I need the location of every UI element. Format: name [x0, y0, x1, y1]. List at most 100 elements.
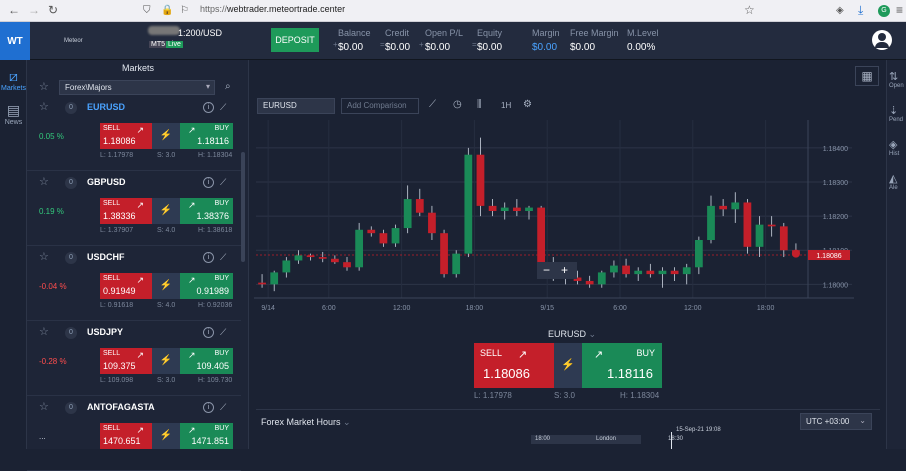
permissions-icon[interactable]: ⚐ — [180, 5, 189, 16]
symbol-name[interactable]: ANTOFAGASTA — [87, 402, 155, 412]
market-row-usdchf[interactable]: ☆ 0 USDCHF i ⟋ -0.04 % SELL ↗ 0.91949 ⚡ ↗ BUY 0.9198… — [27, 247, 241, 321]
one-click-icon[interactable]: ⚡ — [152, 198, 180, 224]
x-tick-label: 9/15 — [540, 305, 554, 312]
live-badge: Live — [166, 41, 183, 48]
zoom-in-button[interactable]: + — [561, 262, 568, 279]
nav-news[interactable]: ▤ News — [0, 102, 27, 126]
nav-markets[interactable]: ⧄ Markets — [0, 68, 27, 92]
buy-arrow-icon: ↗ — [188, 350, 196, 360]
market-row-antofagasta[interactable]: ☆ 0 ANTOFAGASTA i ⟋... SELL ↗ 1470.651 ⚡ ↗ BUY 1471… — [27, 397, 241, 471]
zoom-control: − + — [537, 262, 577, 279]
buy-arrow-icon: ↗ — [594, 349, 604, 361]
market-row-gbpusd[interactable]: ☆ 0 GBPUSD i ⟋ 0.19 % SELL ↗ 1.38336 ⚡ ↗ BUY 1.38376… — [27, 172, 241, 246]
menu-icon[interactable]: ≡ — [896, 3, 903, 17]
price-chart[interactable]: 1.184001.183001.182001.181001.180009/146… — [254, 120, 854, 315]
chart-symbol-select[interactable]: EURUSD — [257, 98, 335, 114]
candles-icon[interactable]: ⫼ — [477, 99, 482, 110]
address-bar[interactable]: https://webtrader.meteortrade.center — [200, 4, 345, 14]
info-icon[interactable]: i — [203, 327, 214, 338]
candle-body — [525, 207, 533, 211]
market-row-eurusd[interactable]: ☆ 0 EURUSD i ⟋ 0.05 % SELL ↗ 1.18086 ⚡ ↗ BUY 1.18116… — [27, 97, 241, 171]
sell-button[interactable]: SELL ↗ 1.38336 — [100, 198, 152, 224]
one-click-icon[interactable]: ⚡ — [152, 273, 180, 299]
sell-button[interactable]: SELL ↗ 0.91949 — [100, 273, 152, 299]
sell-arrow-icon: ↗ — [136, 125, 144, 135]
symbol-name[interactable]: USDCHF — [87, 252, 125, 262]
info-icon[interactable]: i — [203, 102, 214, 113]
trade-sell-button[interactable]: SELL ↗ 1.18086 — [474, 343, 554, 388]
mini-chart-icon[interactable]: ⟋ — [220, 402, 226, 413]
favorite-star-icon[interactable]: ☆ — [39, 175, 49, 188]
lock-icon[interactable]: 🔒 — [161, 5, 173, 16]
bookmark-star-icon[interactable]: ☆ — [744, 3, 755, 17]
pocket-icon[interactable]: ◈ — [836, 5, 844, 16]
session-london: London — [596, 436, 617, 442]
buy-button[interactable]: ↗ BUY 0.91989 — [180, 273, 233, 299]
user-avatar-icon[interactable] — [872, 30, 892, 50]
category-select[interactable]: Forex\Majors — [59, 80, 215, 95]
symbol-name[interactable]: USDJPY — [87, 327, 123, 337]
one-click-icon[interactable]: ⚡ — [152, 348, 180, 374]
candle-body — [464, 154, 473, 254]
buy-button[interactable]: ↗ BUY 1.38376 — [180, 198, 233, 224]
nav-pending[interactable]: ⇣ Pend — [889, 104, 903, 123]
forex-hours-title[interactable]: Forex Market Hours ⌄ — [261, 417, 351, 428]
back-icon[interactable]: ← — [8, 3, 20, 17]
one-click-icon[interactable]: ⚡ — [152, 423, 180, 449]
favorite-star-icon[interactable]: ☆ — [39, 325, 49, 338]
trade-buy-button[interactable]: ↗ BUY 1.18116 — [582, 343, 662, 388]
account-leverage[interactable]: 1:200/USD — [178, 28, 222, 38]
buy-button[interactable]: ↗ BUY 1471.851 — [180, 423, 233, 449]
favorite-star-icon[interactable]: ☆ — [39, 100, 49, 113]
market-row-usdjpy[interactable]: ☆ 0 USDJPY i ⟋ -0.28 % SELL ↗ 109.375 ⚡ ↗ BUY 109.40… — [27, 322, 241, 396]
app-logo[interactable]: WT — [0, 22, 30, 60]
layout-grid-icon[interactable]: ▦ — [855, 66, 879, 86]
info-icon[interactable]: i — [203, 402, 214, 413]
favorite-star-icon[interactable]: ☆ — [39, 250, 49, 263]
candle-body — [428, 212, 436, 234]
stat-equity: Equity $0.00 — [477, 28, 503, 53]
mini-chart-icon[interactable]: ⟋ — [220, 102, 226, 113]
mini-chart-icon[interactable]: ⟋ — [220, 327, 226, 338]
app-header: WT Meteor 1:200/USD MT5 Live DEPOSIT Bal… — [0, 22, 906, 60]
favorite-star-icon[interactable]: ☆ — [39, 400, 49, 413]
search-icon[interactable]: ⌕ — [225, 81, 231, 92]
candle-body — [694, 240, 703, 268]
add-comparison-input[interactable]: Add Comparison — [341, 98, 419, 114]
mini-chart-icon[interactable]: ⟋ — [220, 177, 226, 188]
one-click-icon[interactable]: ⚡ — [554, 343, 582, 388]
symbol-name[interactable]: EURUSD — [87, 102, 125, 112]
markets-scrollbar[interactable] — [241, 152, 245, 262]
symbol-name[interactable]: GBPUSD — [87, 177, 126, 187]
info-icon[interactable]: i — [203, 252, 214, 263]
candle-body — [767, 224, 776, 227]
clock-icon[interactable]: ◷ — [453, 99, 462, 110]
settings-icon[interactable]: ⚙ — [523, 99, 532, 110]
one-click-icon[interactable]: ⚡ — [152, 123, 180, 149]
nav-history[interactable]: ◈ Hist — [889, 138, 899, 157]
shield-icon[interactable]: ⛉ — [143, 5, 151, 16]
nav-alerts[interactable]: ◭ Ale — [889, 172, 898, 191]
timezone-select[interactable]: UTC +03:00 ⌄ — [800, 413, 872, 430]
sell-button[interactable]: SELL ↗ 1.18086 — [100, 123, 152, 149]
row-high: H: 1.18304 — [198, 152, 233, 159]
stat-margin: Margin $0.00 — [532, 28, 560, 53]
buy-button[interactable]: ↗ BUY 1.18116 — [180, 123, 233, 149]
timeframe-select[interactable]: 1H — [501, 101, 511, 110]
nav-open-positions[interactable]: ⇅ Open — [889, 70, 904, 89]
mini-chart-icon[interactable]: ⟋ — [220, 252, 226, 263]
zoom-out-button[interactable]: − — [543, 262, 550, 279]
reload-icon[interactable]: ↻ — [48, 3, 58, 17]
download-icon[interactable]: ⤓ — [858, 3, 863, 18]
favorites-star-icon[interactable]: ☆ — [39, 80, 49, 93]
extension-icon[interactable]: G — [878, 5, 890, 17]
trade-symbol[interactable]: EURUSD ⌄ — [548, 329, 596, 340]
deposit-button[interactable]: DEPOSIT — [271, 28, 319, 52]
buy-button[interactable]: ↗ BUY 109.405 — [180, 348, 233, 374]
sell-button[interactable]: SELL ↗ 1470.651 — [100, 423, 152, 449]
line-chart-icon[interactable]: ⟋ — [429, 99, 436, 110]
info-icon[interactable]: i — [203, 177, 214, 188]
forward-icon[interactable]: → — [28, 3, 40, 17]
candle-body — [634, 270, 643, 275]
sell-button[interactable]: SELL ↗ 109.375 — [100, 348, 152, 374]
